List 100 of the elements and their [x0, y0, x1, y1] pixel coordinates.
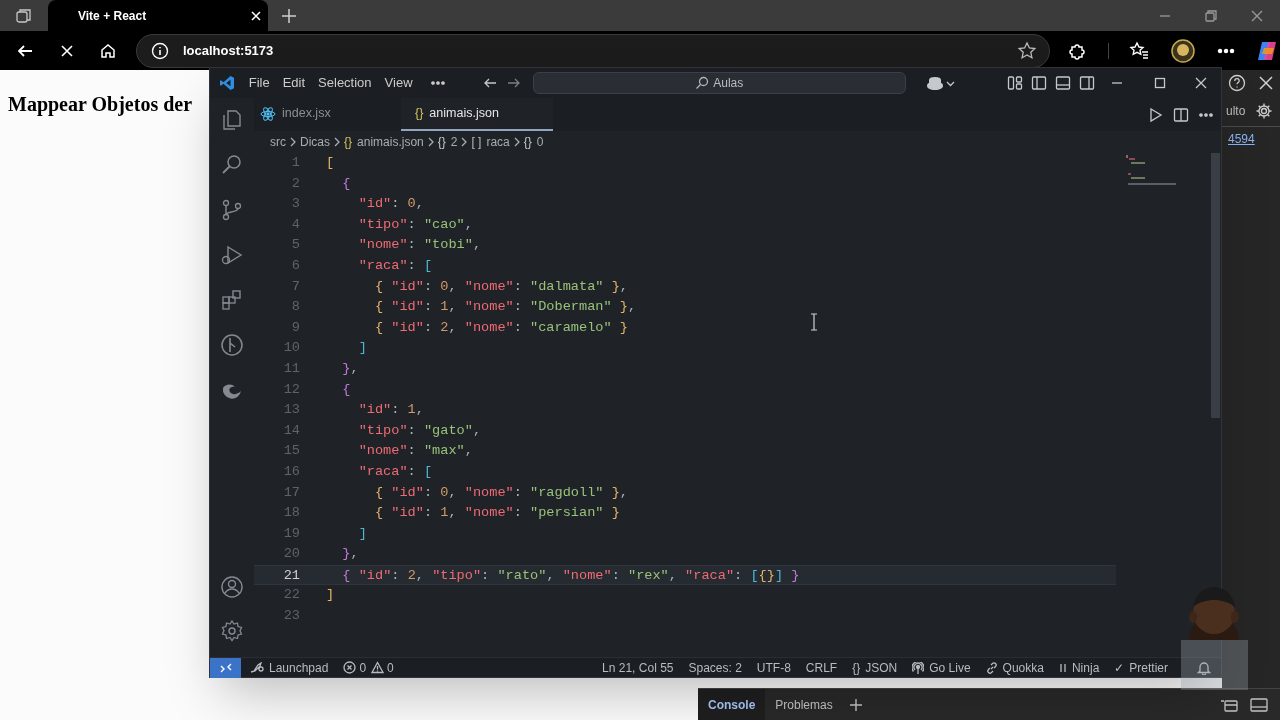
command-center[interactable]: Aulas: [532, 72, 906, 94]
help-icon: [1228, 73, 1246, 92]
home-icon: [99, 41, 117, 60]
run-icon: [1147, 106, 1163, 123]
code-line: "nome": "tobi",: [357, 236, 482, 255]
code-line: { "id": 0, "nome": "dalmata" },: [373, 277, 628, 296]
profile-avatar[interactable]: [1171, 38, 1195, 63]
code-line: { "id": 1, "nome": "persian" }: [373, 504, 620, 523]
line-number: 1: [290, 154, 300, 172]
run-debug-icon: [220, 243, 244, 267]
forward-icon: [506, 76, 521, 90]
status-item[interactable]: Quokka: [985, 658, 1044, 677]
line-number: 22: [282, 586, 300, 605]
code-line: {: [341, 380, 351, 399]
chevron-right-icon: [333, 137, 341, 147]
line-number: 2: [290, 174, 300, 193]
new-tab-icon: [281, 7, 297, 24]
more-icon: [1217, 47, 1235, 54]
line-number: 18: [282, 504, 300, 523]
menu-item[interactable]: Selection: [318, 73, 372, 93]
status-item[interactable]: Ln 21, Col 55: [602, 658, 674, 677]
react-icon: [260, 106, 276, 121]
code-line: "nome": "max",: [357, 442, 473, 461]
restore-icon: [1205, 9, 1217, 22]
breadcrumb-item[interactable]: {} 0: [523, 133, 544, 151]
drawer-tab[interactable]: Console: [698, 689, 766, 720]
add-tab-icon: [848, 697, 863, 712]
line-number: 23: [282, 607, 300, 626]
line-number: 16: [282, 462, 300, 481]
settings-icon: [1255, 101, 1273, 120]
breadcrumb-item[interactable]: src: [270, 133, 286, 151]
page-heading: Mappear Objetos der: [8, 92, 193, 118]
source-link[interactable]: 4594: [1228, 130, 1280, 148]
text-cursor-icon: [810, 313, 818, 331]
menu-item[interactable]: Edit: [282, 73, 306, 93]
panel-icon: [1250, 696, 1268, 713]
code-line: [: [326, 154, 335, 172]
status-item[interactable]: ✓ Prettier: [1114, 658, 1168, 677]
favorite-star-icon: [1017, 40, 1037, 61]
code-line: },: [341, 359, 359, 378]
menu-item[interactable]: File: [248, 73, 270, 93]
app-logo: [219, 75, 236, 91]
code-line: { "id": 0, "nome": "ragdoll" },: [373, 483, 628, 502]
code-line: { "id": 2, "nome": "caramelo" }: [373, 318, 628, 337]
breadcrumb-item[interactable]: {} 2: [437, 133, 458, 151]
line-number: 7: [290, 277, 300, 296]
scrollbar-thumb[interactable]: [1211, 153, 1220, 418]
info-icon: [151, 41, 169, 60]
link-icon: [985, 661, 998, 674]
code-line: ]: [357, 524, 367, 543]
toggle-secondary-sidebar-icon: [1079, 75, 1095, 91]
line-number: 15: [282, 442, 300, 461]
code-line: "tipo": "gato",: [357, 421, 482, 440]
panel-label: ulto: [1226, 102, 1246, 120]
workspaces-icon: [15, 6, 33, 25]
source-control-icon: [220, 198, 244, 222]
chevron-right-icon: [289, 137, 297, 147]
explorer-icon: [220, 108, 244, 132]
favorites-icon: [1129, 40, 1149, 61]
remote-button[interactable]: [210, 657, 241, 678]
browser-tab[interactable]: Vite + React: [48, 0, 268, 31]
warning-icon: [371, 661, 385, 674]
chevron-right-icon: [426, 137, 435, 147]
maximize-icon: [1153, 77, 1166, 89]
status-item[interactable]: {} JSON: [852, 658, 898, 677]
launchpad-button[interactable]: Launchpad: [249, 658, 329, 677]
breadcrumb-item[interactable]: {} animais.json: [344, 133, 424, 151]
close-icon: [1251, 9, 1263, 22]
stop-icon: [59, 42, 75, 59]
status-item[interactable]: UTF-8: [756, 658, 791, 677]
account-icon: [220, 575, 244, 599]
search-icon: [695, 76, 710, 90]
line-number: 13: [282, 401, 300, 420]
close-icon: [1195, 77, 1207, 89]
editor-tab[interactable]: {} animais.json: [401, 98, 553, 131]
line-number: 3: [290, 195, 300, 214]
line-number: 20: [282, 545, 300, 564]
chevron-right-icon: [460, 137, 469, 147]
code-line: },: [341, 545, 359, 564]
code-line: ]: [326, 586, 335, 605]
editor-tab[interactable]: index.jsx: [254, 98, 401, 131]
problems-button[interactable]: 0 0: [343, 658, 394, 677]
menu-item[interactable]: View: [384, 73, 413, 93]
line-number: 6: [290, 256, 300, 275]
code-line: {: [341, 174, 351, 193]
line-number: 14: [282, 421, 300, 440]
breadcrumb-item[interactable]: Dicas: [300, 133, 330, 151]
chevron-right-icon: [512, 137, 521, 147]
line-number: 21: [282, 566, 300, 585]
status-item[interactable]: CRLF: [805, 658, 838, 677]
code-line: "tipo": "cao",: [357, 215, 473, 234]
line-number: 11: [282, 359, 300, 378]
drawer-tab[interactable]: Problemas: [765, 689, 843, 720]
status-item[interactable]: Ninja: [1058, 658, 1100, 677]
address-bar[interactable]: localhost:5173: [136, 33, 1050, 68]
pause-icon: [1058, 661, 1067, 674]
toggle-sidebar-icon: [1031, 75, 1047, 91]
status-item[interactable]: Spaces: 2: [688, 658, 742, 677]
breadcrumb-item[interactable]: [ ] raca: [471, 133, 510, 151]
status-item[interactable]: Go Live: [912, 658, 971, 677]
